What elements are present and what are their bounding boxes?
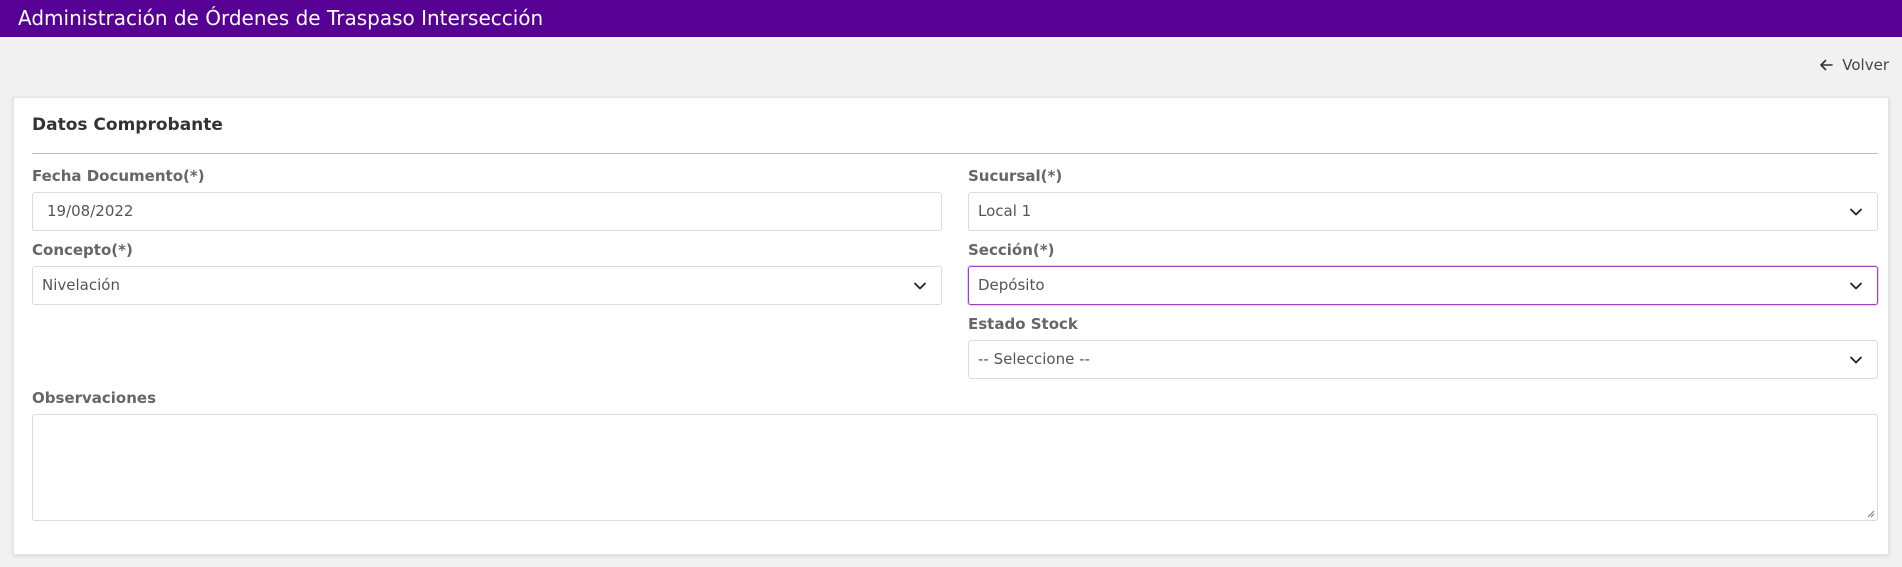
page-title: Administración de Órdenes de Traspaso In… (18, 6, 544, 30)
arrow-left-icon (1820, 59, 1834, 71)
concepto-label: Concepto(*) (32, 241, 133, 259)
chevron-down-icon (1850, 356, 1862, 364)
seccion-value: Depósito (978, 276, 1045, 294)
chevron-down-icon (1850, 208, 1862, 216)
observaciones-textarea[interactable] (32, 414, 1878, 521)
concepto-select[interactable]: Nivelación (32, 266, 942, 305)
seccion-label: Sección(*) (968, 241, 1055, 259)
chevron-down-icon (1850, 282, 1862, 290)
estado-stock-select[interactable]: -- Seleccione -- (968, 340, 1878, 379)
app-header: Administración de Órdenes de Traspaso In… (0, 0, 1902, 37)
card-title: Datos Comprobante (32, 115, 223, 135)
datos-comprobante-card: Datos Comprobante Fecha Documento(*) 19/… (13, 97, 1889, 555)
fecha-documento-label: Fecha Documento(*) (32, 167, 205, 185)
estado-stock-label: Estado Stock (968, 315, 1078, 333)
back-button[interactable]: Volver (1818, 56, 1889, 74)
chevron-down-icon (914, 282, 926, 290)
sucursal-select[interactable]: Local 1 (968, 192, 1878, 231)
estado-stock-value: -- Seleccione -- (978, 350, 1090, 368)
back-button-label: Volver (1842, 56, 1889, 74)
resize-handle-icon[interactable] (1865, 508, 1875, 518)
observaciones-label: Observaciones (32, 389, 157, 407)
divider (32, 153, 1878, 154)
sucursal-label: Sucursal(*) (968, 167, 1063, 185)
fecha-documento-input[interactable]: 19/08/2022 (32, 192, 942, 231)
concepto-value: Nivelación (42, 276, 120, 294)
seccion-select[interactable]: Depósito (968, 266, 1878, 305)
fecha-documento-value: 19/08/2022 (47, 202, 134, 220)
sucursal-value: Local 1 (978, 202, 1032, 220)
